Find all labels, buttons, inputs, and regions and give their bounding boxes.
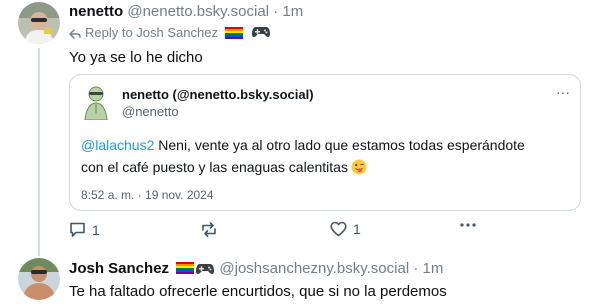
post-text: Te ha faltado ofrecerle encurtidos, que …	[69, 283, 447, 300]
avatar[interactable]	[18, 258, 60, 300]
reply-count: 1	[92, 221, 100, 238]
post-josh-sanchez[interactable]: Josh Sanchez @joshsanchezny.bsky.social …	[0, 252, 591, 307]
author-name[interactable]: nenetto	[69, 3, 123, 20]
rainbow-flag-icon	[176, 262, 195, 274]
reply-to-label: Reply to Josh Sanchez	[85, 25, 218, 40]
author-handle[interactable]: @nenetto.bsky.social	[127, 3, 269, 20]
embedded-tweet[interactable]: nenetto (@nenetto.bsky.social) @nenetto …	[69, 74, 581, 211]
repost-icon	[202, 222, 216, 237]
repost-button[interactable]	[200, 221, 218, 238]
more-options-button[interactable]	[460, 223, 476, 227]
embed-date[interactable]: 8:52 a. m. · 19 nov. 2024	[81, 188, 214, 202]
like-button[interactable]: 1	[330, 221, 361, 237]
more-dots-icon	[460, 223, 476, 227]
post-header: Josh Sanchez @joshsanchezny.bsky.social …	[69, 260, 443, 278]
comment-icon	[70, 222, 85, 237]
embed-avatar	[84, 86, 108, 120]
author-handle[interactable]: @joshsanchezny.bsky.social	[219, 260, 409, 277]
post-nenetto[interactable]: nenetto @nenetto.bsky.social · 1m Reply …	[0, 0, 591, 252]
avatar[interactable]	[18, 2, 60, 44]
embed-text-line-1: @lalachus2 Neni, vente ya al otro lado q…	[81, 134, 571, 156]
heart-icon	[330, 221, 347, 237]
post-actions: 1 1	[69, 221, 581, 241]
separator-dot: ·	[273, 3, 279, 20]
post-time[interactable]: 1m	[282, 3, 303, 20]
embed-text-part-2: con el café puesto y las enaguas calenti…	[81, 159, 348, 175]
embed-text-part-1: Neni, vente ya al otro lado que estamos …	[154, 137, 525, 153]
mention-link[interactable]: @lalachus2	[81, 137, 154, 153]
rainbow-flag-icon	[224, 27, 243, 39]
author-name[interactable]: Josh Sanchez	[69, 260, 169, 277]
reply-arrow-icon	[69, 29, 81, 39]
embed-text: @lalachus2 Neni, vente ya al otro lado q…	[81, 134, 571, 178]
embed-author-handle[interactable]: @nenetto	[122, 104, 179, 120]
winking-tongue-face-icon	[351, 159, 367, 175]
gamepad-icon	[196, 264, 215, 275]
separator-dot: ·	[413, 260, 419, 277]
post-header: nenetto @nenetto.bsky.social · 1m	[69, 3, 303, 21]
gamepad-icon	[252, 27, 271, 38]
reply-button[interactable]: 1	[69, 221, 100, 238]
reply-to-line[interactable]: Reply to Josh Sanchez	[69, 25, 275, 41]
like-count: 1	[353, 221, 361, 237]
post-time[interactable]: 1m	[423, 260, 444, 277]
post-text: Yo ya se lo he dicho	[69, 49, 203, 66]
embed-text-line-2: con el café puesto y las enaguas calenti…	[81, 156, 571, 178]
embed-author-name[interactable]: nenetto (@nenetto.bsky.social)	[122, 87, 314, 103]
embed-more-icon[interactable]: ···	[556, 85, 570, 99]
